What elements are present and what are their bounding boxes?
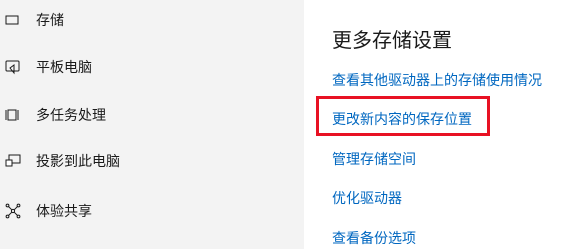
sidebar-item-label: 投影到此电脑 [36,154,120,170]
sidebar-item-shared-experiences[interactable]: 体验共享 [0,191,304,231]
link-change-save-location[interactable]: 更改新内容的保存位置 [332,109,472,129]
sidebar-item-label: 存储 [36,13,64,29]
link-view-backup-options[interactable]: 查看备份选项 [332,228,416,248]
tablet-icon [5,59,21,75]
sidebar-item-label: 平板电脑 [36,60,92,76]
projection-icon [5,153,21,169]
sidebar-item-tablet[interactable]: 平板电脑 [0,47,304,87]
link-optimize-drives[interactable]: 优化驱动器 [332,188,402,208]
multitasking-icon [5,107,21,123]
shared-experiences-icon [5,203,21,219]
main-content: 更多存储设置 查看其他驱动器上的存储使用情况 更改新内容的保存位置 管理存储空间… [304,0,566,249]
sidebar-item-storage[interactable]: 存储 [0,0,304,40]
sidebar-item-label: 体验共享 [36,204,92,220]
sidebar-item-label: 多任务处理 [36,108,106,124]
link-view-other-drives-usage[interactable]: 查看其他驱动器上的存储使用情况 [332,70,542,90]
storage-icon [5,12,21,28]
sidebar: 存储 平板电脑 多任务处理 投影到此电脑 体验共享 [0,0,304,249]
link-manage-storage-spaces[interactable]: 管理存储空间 [332,149,416,169]
sidebar-item-project-to-pc[interactable]: 投影到此电脑 [0,141,304,181]
sidebar-item-multitasking[interactable]: 多任务处理 [0,95,304,135]
section-title: 更多存储设置 [332,28,452,52]
